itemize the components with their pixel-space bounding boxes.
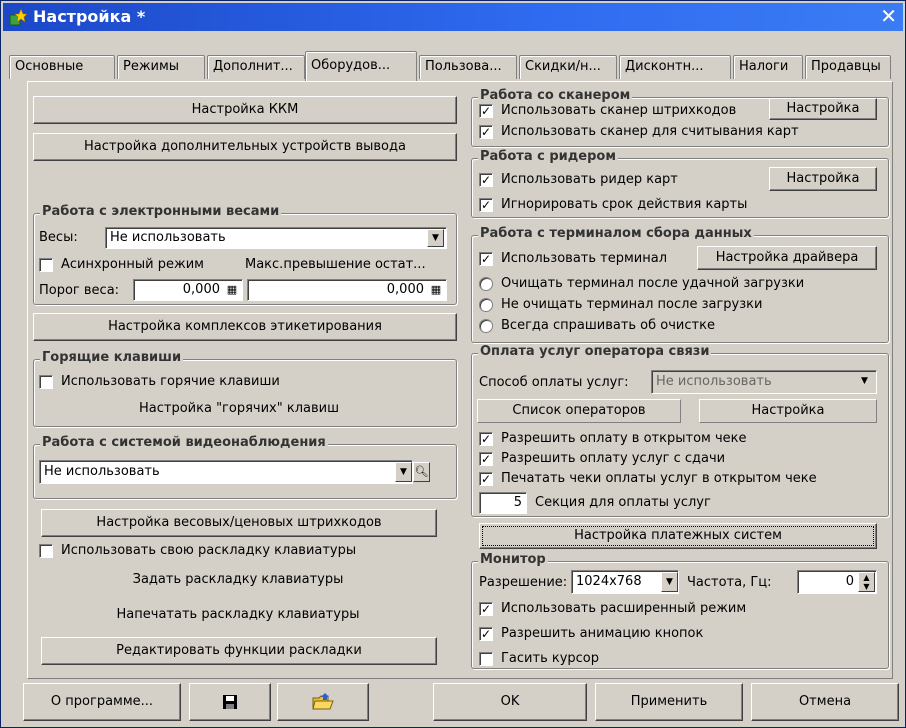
ok-button[interactable]: OK <box>433 683 587 721</box>
use-card-scanner-label: Использовать сканер для считывания карт <box>501 124 799 139</box>
video-dropdown-icon[interactable]: ▼ <box>395 462 412 482</box>
print-layout-button[interactable]: Напечатать раскладку клавиатуры <box>39 600 437 630</box>
max-excess-label: Макс.превышение остат... <box>245 257 426 272</box>
set-layout-button[interactable]: Задать раскладку клавиатуры <box>39 565 437 595</box>
floppy-disk-icon <box>223 695 237 709</box>
tab-equipment[interactable]: Оборудов... <box>305 51 417 81</box>
weight-threshold-label: Порог веса: <box>39 283 120 298</box>
async-mode-checkbox[interactable] <box>39 258 53 272</box>
cancel-button[interactable]: Отмена <box>751 683 899 721</box>
operators-list-button[interactable]: Список операторов <box>477 399 681 423</box>
max-excess-input[interactable]: 0,000 <box>247 279 447 301</box>
async-mode-label: Асинхронный режим <box>61 257 204 272</box>
hide-cursor-label: Гасить курсор <box>501 651 600 666</box>
payment-section-label: Секция для оплаты услуг <box>535 495 711 510</box>
payments-legend: Оплата услуг оператора связи <box>478 344 712 360</box>
frequency-label: Частота, Гц: <box>687 575 772 590</box>
print-receipts-label: Печатать чеки оплаты услуг в открытом че… <box>501 471 817 486</box>
reader-legend: Работа с ридером <box>478 149 618 165</box>
output-devices-button[interactable]: Настройка дополнительных устройств вывод… <box>33 133 457 161</box>
tab-users[interactable]: Пользова... <box>419 55 517 79</box>
use-card-scanner-checkbox[interactable]: ✓ <box>479 125 493 139</box>
clear-after-success-label: Очищать терминал после удачной загрузки <box>501 276 805 291</box>
tab-discounts[interactable]: Скидки/н... <box>519 55 617 79</box>
payment-systems-button[interactable]: Настройка платежных систем <box>479 523 877 549</box>
calculator-icon[interactable]: ▦ <box>429 282 443 298</box>
use-hotkeys-label: Использовать горячие клавиши <box>61 374 280 389</box>
own-layout-checkbox[interactable] <box>39 544 53 558</box>
always-ask-label: Всегда спрашивать об очистке <box>501 318 715 333</box>
scales-label: Весы: <box>39 230 78 245</box>
payment-method-select[interactable]: Не использовать <box>651 370 877 394</box>
use-reader-checkbox[interactable]: ✓ <box>479 173 493 187</box>
extended-mode-label: Использовать расширенный режим <box>501 601 747 616</box>
always-ask-radio[interactable] <box>479 319 493 333</box>
hotkeys-legend: Горящие клавиши <box>40 350 184 366</box>
settings-window: Настройка * ✕ Основные Режимы Дополнит..… <box>0 0 906 728</box>
payments-setup-button[interactable]: Настройка <box>699 399 877 423</box>
allow-change-checkbox[interactable]: ✓ <box>479 452 493 466</box>
no-clear-label: Не очищать терминал после загрузки <box>501 297 763 312</box>
payment-section-input[interactable]: 5 <box>479 492 527 514</box>
clear-after-success-radio[interactable] <box>479 277 493 291</box>
tab-modes[interactable]: Режимы <box>117 55 205 79</box>
tab-sellers[interactable]: Продавцы <box>805 55 891 79</box>
edit-layout-button[interactable]: Редактировать функции раскладки <box>41 637 437 665</box>
calculator-icon[interactable]: ▦ <box>225 282 239 298</box>
title-bar[interactable]: Настройка * ✕ <box>3 3 903 31</box>
use-barcode-scanner-label: Использовать сканер штрихкодов <box>501 103 737 118</box>
use-terminal-label: Использовать терминал <box>501 251 668 266</box>
labeling-setup-button[interactable]: Настройка комплексов этикетирования <box>33 313 457 341</box>
use-terminal-checkbox[interactable]: ✓ <box>479 252 493 266</box>
no-clear-radio[interactable] <box>479 298 493 312</box>
window-title: Настройка * <box>33 7 146 26</box>
folder-open-icon <box>312 693 334 710</box>
load-button[interactable] <box>277 683 369 721</box>
tab-additional[interactable]: Дополнит... <box>207 55 305 79</box>
print-receipts-checkbox[interactable]: ✓ <box>479 472 493 486</box>
reader-setup-button[interactable]: Настройка <box>769 167 877 191</box>
payment-method-dropdown-icon[interactable]: ▼ <box>856 372 873 392</box>
scales-legend: Работа с электронными весами <box>40 204 282 220</box>
scales-dropdown-icon[interactable]: ▼ <box>427 229 444 247</box>
payment-method-label: Способ оплаты услуг: <box>479 375 629 390</box>
video-legend: Работа с системой видеонаблюдения <box>40 435 328 451</box>
scales-select[interactable]: Не использовать <box>105 227 447 249</box>
barcodes-setup-button[interactable]: Настройка весовых/ценовых штрихкодов <box>41 509 437 537</box>
use-hotkeys-checkbox[interactable] <box>39 375 53 389</box>
about-button[interactable]: О программе... <box>23 683 181 721</box>
app-icon <box>9 8 27 26</box>
use-barcode-scanner-checkbox[interactable]: ✓ <box>479 104 493 118</box>
hide-cursor-checkbox[interactable] <box>479 652 493 666</box>
ignore-expiry-checkbox[interactable]: ✓ <box>479 198 493 212</box>
video-select[interactable]: Не использовать <box>39 460 413 484</box>
use-reader-label: Использовать ридер карт <box>501 172 678 187</box>
extended-mode-checkbox[interactable]: ✓ <box>479 602 493 616</box>
hotkeys-setup-button[interactable]: Настройка "горячих" клавиш <box>39 397 439 421</box>
ignore-expiry-label: Игнорировать срок действия карты <box>501 197 748 212</box>
allow-open-check-checkbox[interactable]: ✓ <box>479 432 493 446</box>
tab-taxes[interactable]: Налоги <box>733 55 803 79</box>
kkm-setup-button[interactable]: Настройка ККМ <box>33 96 457 124</box>
tab-main[interactable]: Основные <box>9 55 115 79</box>
tab-discount-cards[interactable]: Дисконтн... <box>619 55 731 79</box>
allow-open-check-label: Разрешить оплату в открытом чеке <box>501 431 747 446</box>
resolution-dropdown-icon[interactable]: ▼ <box>661 572 678 592</box>
driver-setup-button[interactable]: Настройка драйвера <box>697 246 877 270</box>
own-layout-label: Использовать свою раскладку клавиатуры <box>61 543 357 558</box>
button-animation-label: Разрешить анимацию кнопок <box>501 626 704 641</box>
allow-change-label: Разрешить оплату услуг с сдачи <box>501 451 726 466</box>
frequency-spinner-icon[interactable]: ▲ ▼ <box>858 572 875 592</box>
button-animation-checkbox[interactable]: ✓ <box>479 627 493 641</box>
close-icon[interactable]: ✕ <box>880 5 897 27</box>
resolution-label: Разрешение: <box>479 575 568 590</box>
terminal-legend: Работа с терминалом сбора данных <box>478 226 754 242</box>
scanner-setup-button[interactable]: Настройка <box>769 98 877 120</box>
search-icon[interactable]: 🔍︎ <box>413 462 430 482</box>
monitor-legend: Монитор <box>478 552 548 568</box>
save-button[interactable] <box>189 683 271 721</box>
apply-button[interactable]: Применить <box>595 683 743 721</box>
